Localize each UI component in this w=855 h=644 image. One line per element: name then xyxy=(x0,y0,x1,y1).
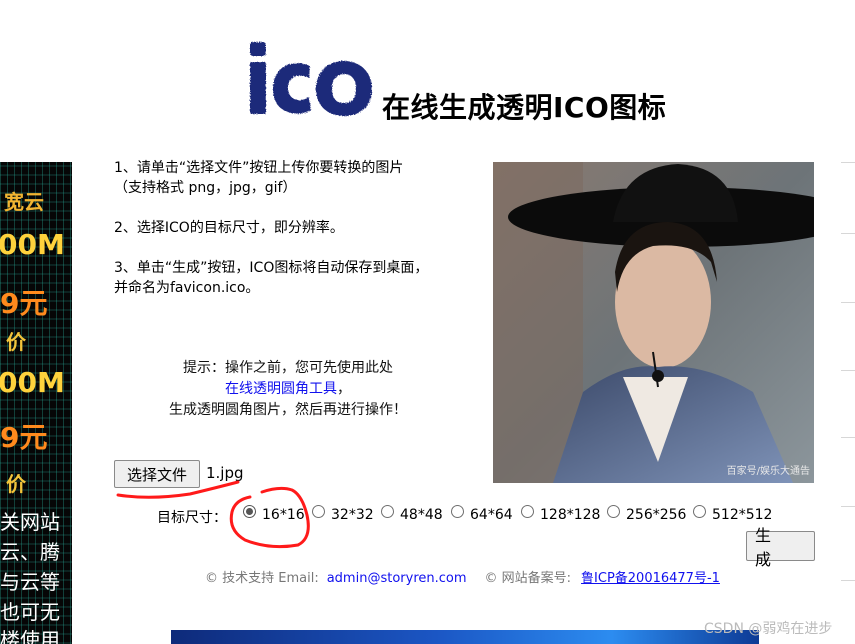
tip-text: ， xyxy=(337,381,351,397)
right-edge-divider xyxy=(841,302,855,303)
size-option-label[interactable]: 48*48 xyxy=(400,507,443,523)
ad-text: 关网站 xyxy=(0,510,60,534)
size-radio-16[interactable] xyxy=(243,505,256,518)
size-radio-48[interactable] xyxy=(381,505,394,518)
ad-text: 云、腾 xyxy=(0,540,60,564)
generate-button[interactable]: 生 成 xyxy=(746,526,815,569)
right-edge-divider xyxy=(841,506,855,507)
tip-link-row: 在线透明圆角工具， xyxy=(162,379,414,400)
size-option-label[interactable]: 128*128 xyxy=(540,507,600,523)
preview-photo xyxy=(493,162,814,483)
right-edge-divider xyxy=(841,233,855,234)
size-radio-128[interactable] xyxy=(521,505,534,518)
right-edge-divider xyxy=(841,162,855,163)
size-radio-512[interactable] xyxy=(693,505,706,518)
size-radio-256[interactable] xyxy=(607,505,620,518)
csdn-watermark: CSDN @弱鸡在进步 xyxy=(704,621,833,637)
instruction-text: 并命名为favicon.ico。 xyxy=(114,280,260,296)
size-option-label[interactable]: 256*256 xyxy=(626,507,686,523)
right-edge-divider xyxy=(841,370,855,371)
ad-text: 也可无 xyxy=(0,600,60,624)
ad-text: 00M xyxy=(0,366,65,399)
ad-text: 宽云 xyxy=(4,190,44,214)
right-edge-divider xyxy=(841,437,855,438)
target-size-label: 目标尺寸： xyxy=(157,510,227,526)
tip-box: 提示：操作之前，您可先使用此处 在线透明圆角工具， 生成透明圆角图片，然后再进行… xyxy=(162,358,414,421)
icp-link[interactable]: 鲁ICP备20016477号-1 xyxy=(581,571,720,586)
image-preview: 百家号/娱乐大通告 xyxy=(493,162,814,483)
size-option-label[interactable]: 64*64 xyxy=(470,507,513,523)
icp-label: © 网站备案号: xyxy=(484,571,572,586)
bottom-ad-banner[interactable] xyxy=(171,630,759,644)
ad-text: 与云等 xyxy=(0,570,60,594)
size-radio-64[interactable] xyxy=(451,505,464,518)
page-title: 在线生成透明ICO图标 xyxy=(382,91,667,124)
choose-file-button[interactable]: 选择文件 xyxy=(114,460,200,488)
ad-text: 价 xyxy=(6,330,26,354)
ad-text: 9元 xyxy=(0,421,48,454)
support-email[interactable]: admin@storyren.com xyxy=(327,571,467,586)
ad-text: 价 xyxy=(6,472,26,496)
preview-watermark: 百家号/娱乐大通告 xyxy=(726,466,810,477)
footer: © 技术支持 Email: admin@storyren.com © 网站备案号: 鲁… xyxy=(205,567,720,586)
left-ad-banner[interactable]: 宽云 00M 9元 价 00M 9元 价 关网站 云、腾 与云等 也可无 楼使用 xyxy=(0,162,72,644)
size-radio-32[interactable] xyxy=(312,505,325,518)
ad-text: 楼使用 xyxy=(0,628,60,644)
instruction-text: （支持格式 png，jpg，gif） xyxy=(114,180,297,196)
tip-text: 生成透明圆角图片，然后再进行操作！ xyxy=(169,402,407,418)
right-edge-divider xyxy=(841,580,855,581)
rounded-corner-tool-link[interactable]: 在线透明圆角工具 xyxy=(225,381,337,397)
ad-text: 9元 xyxy=(0,287,48,320)
selected-file-name: 1.jpg xyxy=(206,464,244,482)
instruction-step-3: 3、单击“生成”按钮，ICO图标将自动保存到桌面， 并命名为favicon.ic… xyxy=(114,258,428,298)
size-option-label[interactable]: 16*16 xyxy=(262,507,305,523)
size-option-label[interactable]: 512*512 xyxy=(712,507,772,523)
ico-logo xyxy=(250,42,372,116)
size-option-label[interactable]: 32*32 xyxy=(331,507,374,523)
ad-text: 00M xyxy=(0,228,65,261)
instruction-step-2: 2、选择ICO的目标尺寸，即分辨率。 xyxy=(114,220,344,236)
support-label: © 技术支持 Email: xyxy=(205,571,319,586)
tip-text: 提示：操作之前，您可先使用此处 xyxy=(183,360,393,376)
instruction-text: 1、请单击“选择文件”按钮上传你要转换的图片 xyxy=(114,160,404,176)
instruction-step-1: 1、请单击“选择文件”按钮上传你要转换的图片 （支持格式 png，jpg，gif… xyxy=(114,158,403,198)
instruction-text: 3、单击“生成”按钮，ICO图标将自动保存到桌面， xyxy=(114,260,429,276)
